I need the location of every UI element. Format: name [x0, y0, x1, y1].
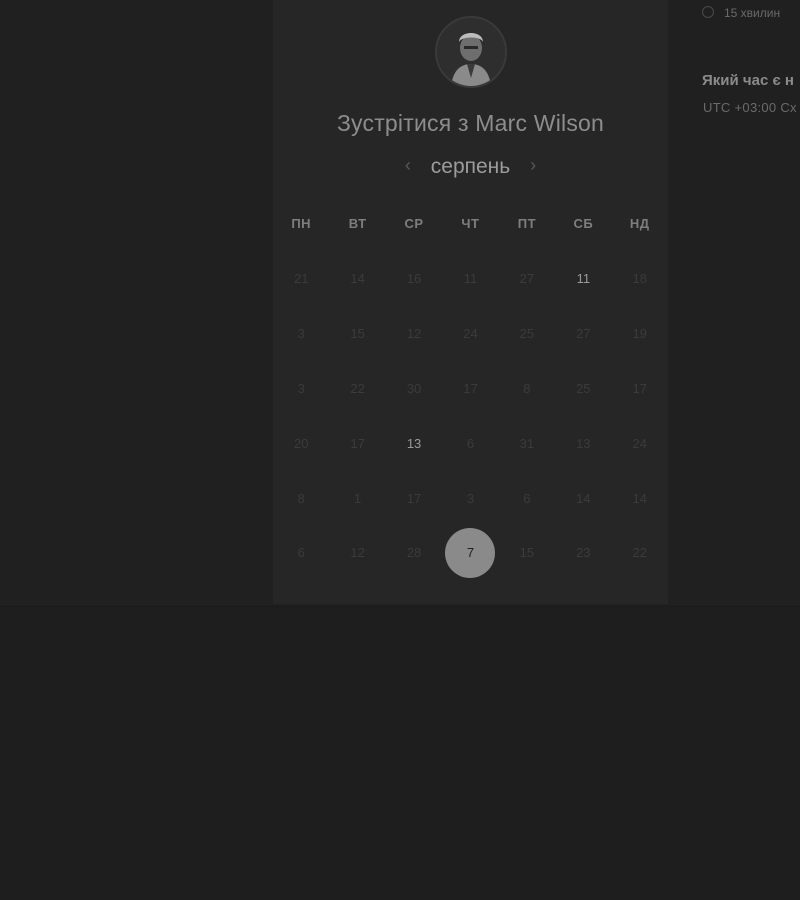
weekday-label: НД: [629, 216, 650, 231]
calendar-day: 27: [519, 271, 535, 286]
calendar-day: 15: [519, 545, 535, 560]
calendar-day: 3: [297, 326, 305, 341]
calendar-day: 12: [406, 326, 422, 341]
calendar-day: 25: [576, 381, 591, 396]
calendar-day: 21: [293, 271, 309, 286]
calendar-day: 6: [466, 436, 475, 451]
host-avatar: [435, 16, 507, 88]
month-navigation: ‹ серпень ›: [273, 155, 668, 179]
calendar-day-selected[interactable]: 7: [445, 528, 496, 578]
weekday-label: СБ: [573, 216, 594, 231]
calendar-day: 15: [350, 326, 365, 341]
calendar-day: 31: [519, 436, 535, 451]
weekday-label: ПН: [291, 216, 312, 231]
side-info-panel: 15 хвилин Який час є н UTC +03:00 Сх: [690, 0, 800, 140]
calendar-day: 16: [406, 271, 422, 286]
calendar-week-row: 21 14 16 11 27 11 18: [273, 254, 668, 304]
calendar-day: 25: [519, 326, 535, 341]
page-title: Зустрітися з Marc Wilson: [336, 110, 605, 136]
calendar-day: 3: [297, 381, 305, 396]
calendar-day[interactable]: 11: [558, 254, 608, 304]
calendar-day: 14: [632, 491, 647, 506]
calendar-day: 17: [463, 381, 478, 396]
weekday-label: ЧТ: [461, 216, 480, 231]
calendar-day: 17: [406, 491, 422, 506]
calendar-day: 28: [406, 545, 422, 560]
calendar-day: 6: [297, 545, 305, 560]
calendar-week-row: 6 12 28 7 15 23 22: [273, 528, 668, 578]
calendar-day: 13: [576, 436, 591, 451]
calendar-day: 17: [350, 436, 365, 451]
calendar-day: 17: [632, 381, 647, 396]
month-label: серпень: [430, 155, 511, 178]
calendar-day: 19: [632, 326, 647, 341]
calendar-day: 3: [466, 491, 475, 506]
weekday-label: СР: [404, 216, 424, 231]
calendar-day: 8: [523, 381, 531, 396]
calendar-day: 30: [406, 381, 422, 396]
avatar-portrait: [437, 18, 505, 86]
duration-label: 15 хвилин: [724, 6, 781, 20]
calendar-day: 23: [576, 545, 591, 560]
calendar-week-row: 3 15 12 24 25 27 19: [273, 309, 668, 359]
chevron-right-icon[interactable]: ›: [516, 155, 550, 176]
calendar-day[interactable]: 13: [389, 419, 439, 469]
duration-row: 15 хвилин: [702, 6, 780, 20]
weekday-header: ПН ВТ СР ЧТ ПТ СБ НД: [273, 216, 668, 231]
calendar-day: 8: [297, 491, 305, 506]
calendar-day: 27: [576, 326, 591, 341]
weekday-label: ПТ: [517, 216, 537, 231]
chevron-left-icon[interactable]: ‹: [391, 155, 425, 176]
calendar-day: 12: [350, 545, 365, 560]
calendar-day: 14: [350, 271, 365, 286]
page: Зустрітися з Marc Wilson ‹ серпень › ПН …: [0, 0, 800, 900]
timezone-selector[interactable]: UTC +03:00 Сх: [703, 100, 797, 115]
calendar-day: 6: [523, 491, 531, 506]
calendar-week-row: 3 22 30 17 8 25 17: [273, 364, 668, 414]
calendar-day: 20: [293, 436, 309, 451]
calendar-week-row: 8 1 17 3 6 14 14: [273, 474, 668, 524]
calendar-day: 24: [463, 326, 478, 341]
calendar-day: 11: [463, 271, 478, 286]
calendar-day: 14: [576, 491, 591, 506]
calendar-week-row: 20 17 13 6 31 13 24: [273, 419, 668, 469]
calendar-day: 18: [632, 271, 647, 286]
calendar-day: 22: [350, 381, 365, 396]
calendar-day: 22: [632, 545, 647, 560]
clock-icon: [702, 6, 714, 18]
calendar-day: 24: [632, 436, 647, 451]
weekday-label: ВТ: [348, 216, 367, 231]
calendar-day: 1: [354, 491, 362, 506]
timezone-question: Який час є н: [702, 72, 794, 89]
